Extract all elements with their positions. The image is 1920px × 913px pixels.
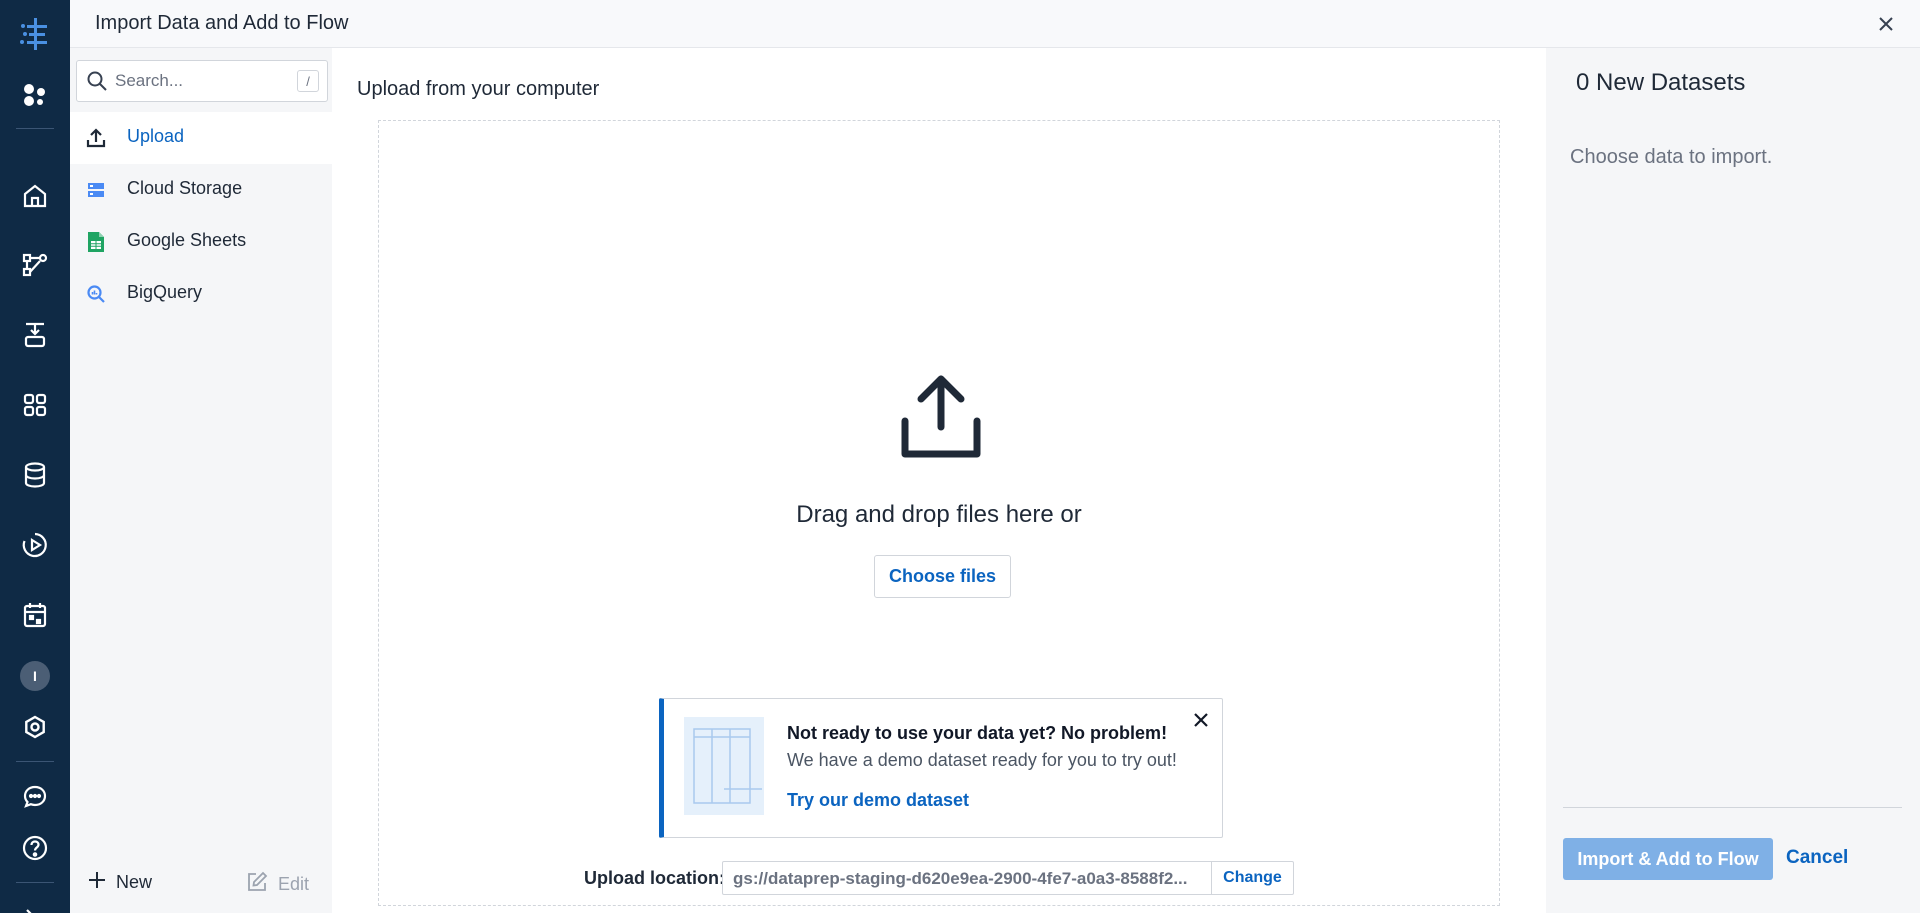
avatar[interactable]: I (20, 661, 50, 691)
google-sheets-icon (84, 230, 108, 254)
try-demo-dataset-link[interactable]: Try our demo dataset (787, 790, 969, 811)
search-icon (86, 70, 108, 97)
demo-dataset-banner: Not ready to use your data yet? No probl… (659, 698, 1223, 838)
plus-icon (88, 871, 106, 894)
empty-state-text: Choose data to import. (1570, 146, 1773, 168)
sidebar-item-label: Upload (127, 126, 185, 146)
sidebar-footer: New Edit (70, 853, 332, 913)
close-icon[interactable] (1190, 709, 1212, 731)
import-add-to-flow-button[interactable]: Import & Add to Flow (1563, 838, 1773, 880)
collapse-icon[interactable] (17, 896, 53, 913)
sidebar-item-bigquery[interactable]: BigQuery (70, 268, 332, 320)
search-box[interactable]: / (76, 60, 328, 102)
new-datasets-panel: 0 New Datasets Choose data to import. Im… (1546, 48, 1920, 913)
messages-icon[interactable] (17, 779, 53, 815)
rail-divider (16, 761, 54, 762)
flows-icon[interactable] (17, 247, 53, 283)
schedules-icon[interactable] (17, 597, 53, 633)
help-icon[interactable] (17, 830, 53, 866)
products-icon[interactable] (17, 77, 53, 113)
choose-files-button[interactable]: Choose files (874, 555, 1011, 598)
cloud-storage-icon (84, 178, 108, 202)
section-title: Upload from your computer (357, 78, 600, 100)
rail-divider (16, 882, 54, 883)
search-shortcut-hint: / (297, 70, 319, 92)
source-sidebar: / Upload Cloud Storage Google Sheets Big… (70, 48, 332, 913)
edit-button[interactable]: Edit (246, 871, 309, 898)
file-dropzone[interactable]: Drag and drop files here or Choose files… (378, 120, 1500, 906)
sidebar-item-label: Cloud Storage (127, 178, 243, 198)
home-icon[interactable] (17, 178, 53, 214)
close-icon[interactable] (1874, 12, 1898, 36)
upload-location-field: gs://dataprep-staging-d620e9ea-2900-4fe7… (722, 861, 1294, 895)
datasets-count-title: 0 New Datasets (1576, 69, 1746, 96)
sidebar-item-label: BigQuery (127, 282, 203, 302)
search-input[interactable] (115, 69, 285, 93)
app-logo-icon[interactable] (17, 16, 53, 52)
avatar-initial: I (33, 668, 37, 684)
sidebar-item-label: Google Sheets (127, 230, 247, 250)
left-rail: I (0, 0, 70, 913)
upload-location-label: Upload location: (584, 868, 725, 888)
upload-icon (84, 126, 108, 150)
dataset-illustration-icon (684, 717, 764, 815)
new-button[interactable]: New (88, 871, 152, 894)
new-button-label: New (116, 872, 153, 892)
rail-divider (16, 128, 54, 129)
edit-icon (246, 871, 268, 898)
edit-button-label: Edit (278, 874, 310, 894)
change-location-button[interactable]: Change (1211, 862, 1293, 894)
bigquery-icon (84, 282, 108, 306)
library-icon[interactable] (17, 387, 53, 423)
cancel-button[interactable]: Cancel (1786, 847, 1848, 869)
jobs-icon[interactable] (17, 527, 53, 563)
settings-icon[interactable] (17, 709, 53, 745)
plans-icon[interactable] (17, 317, 53, 353)
drag-drop-text: Drag and drop files here or (796, 501, 1082, 528)
upload-location-path: gs://dataprep-staging-d620e9ea-2900-4fe7… (733, 869, 1188, 888)
sidebar-item-cloud-storage[interactable]: Cloud Storage (70, 164, 332, 216)
upload-icon (894, 371, 988, 470)
dialog-header: Import Data and Add to Flow (70, 0, 1920, 48)
banner-title: Not ready to use your data yet? No probl… (787, 723, 1168, 743)
divider (1563, 807, 1902, 808)
sidebar-item-google-sheets[interactable]: Google Sheets (70, 216, 332, 268)
sidebar-item-upload[interactable]: Upload (70, 112, 332, 164)
banner-subtitle: We have a demo dataset ready for you to … (787, 750, 1177, 770)
dialog-title: Import Data and Add to Flow (95, 12, 349, 34)
connections-icon[interactable] (17, 457, 53, 493)
